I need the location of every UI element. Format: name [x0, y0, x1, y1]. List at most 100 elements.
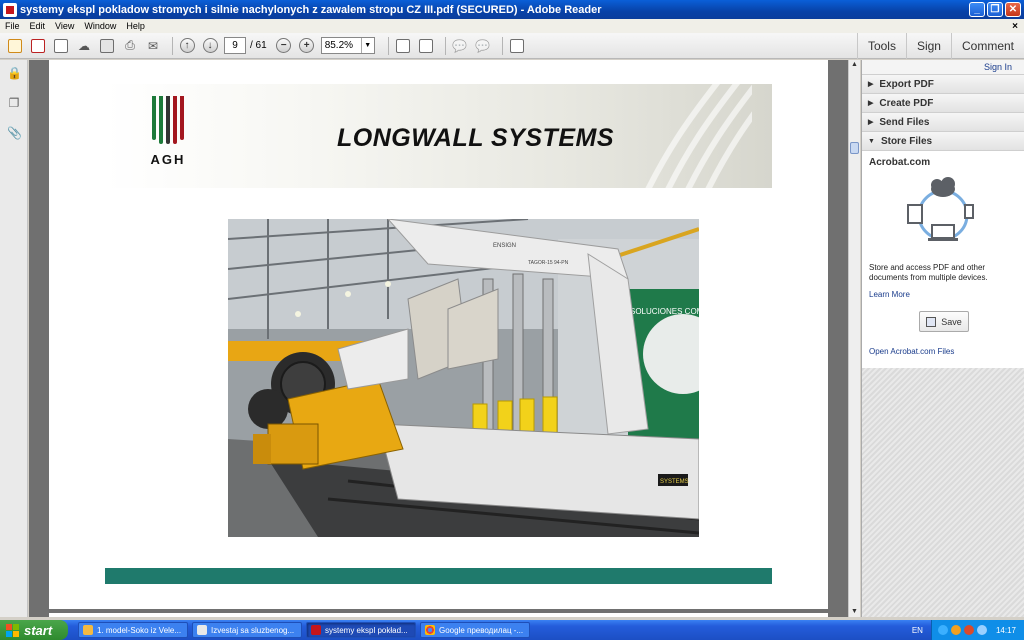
- task-tabs: Tools Sign Comment: [856, 32, 1024, 59]
- accent-bar: [105, 568, 772, 584]
- scroll-down-icon[interactable]: ▼: [849, 607, 860, 617]
- document-icon: [197, 625, 207, 635]
- title-banner: AGH LONGWALL SYSTEMS: [105, 84, 772, 188]
- system-tray: 14:17: [930, 620, 1024, 640]
- menu-help[interactable]: Help: [121, 21, 150, 31]
- menu-view[interactable]: View: [50, 21, 79, 31]
- chrome-icon: [425, 625, 435, 635]
- section-label: Send Files: [879, 116, 930, 128]
- comment-icon[interactable]: 💬: [451, 37, 469, 55]
- agh-logo: AGH: [145, 96, 191, 178]
- open-icon[interactable]: [6, 37, 24, 55]
- triangle-down-icon: ▼: [868, 137, 875, 145]
- document-view[interactable]: AGH LONGWALL SYSTEMS SOLUCIONES CO ENSIG…: [29, 60, 848, 617]
- toolbar-separator: [172, 36, 173, 55]
- taskbar-item-label: Google преводилац -...: [439, 625, 524, 635]
- section-create-pdf[interactable]: ▶ Create PDF: [862, 93, 1024, 112]
- save-icon: [926, 316, 937, 327]
- update-icon[interactable]: [963, 625, 974, 635]
- tab-comment[interactable]: Comment: [950, 32, 1024, 59]
- zoom-in-icon[interactable]: +: [298, 37, 316, 55]
- section-export-pdf[interactable]: ▶ Export PDF: [862, 74, 1024, 93]
- menu-window[interactable]: Window: [79, 21, 121, 31]
- start-button[interactable]: start: [0, 620, 68, 640]
- next-page-edge: [49, 613, 828, 617]
- start-label: start: [24, 622, 53, 638]
- language-indicator[interactable]: EN: [912, 626, 923, 635]
- store-description: Store and access PDF and other documents…: [869, 263, 988, 282]
- title-bar: systemy ekspl pokladow stromych i silnie…: [0, 0, 1024, 19]
- tab-sign[interactable]: Sign: [905, 32, 951, 59]
- maximize-button[interactable]: ❐: [987, 2, 1003, 17]
- taskbar-item-active[interactable]: systemy ekspl pokład...: [306, 622, 416, 638]
- section-label: Create PDF: [879, 97, 934, 109]
- save-label: Save: [941, 316, 962, 327]
- logo-text: AGH: [150, 152, 186, 167]
- email-icon[interactable]: ✉: [144, 37, 162, 55]
- window-title: systemy ekspl pokladow stromych i silnie…: [20, 3, 602, 16]
- store-files-panel: Acrobat.com Store and access PDF and oth…: [862, 150, 1024, 368]
- fit-page-icon[interactable]: [394, 37, 412, 55]
- print-icon[interactable]: ⎙: [121, 37, 139, 55]
- adobe-reader-icon: [3, 2, 17, 17]
- menu-bar: File Edit View Window Help ×: [0, 19, 1024, 33]
- store-title: Acrobat.com: [869, 157, 931, 168]
- sign-in-link[interactable]: Sign In: [862, 60, 1024, 74]
- section-store-files[interactable]: ▼ Store Files: [862, 131, 1024, 150]
- close-button[interactable]: ✕: [1005, 2, 1021, 17]
- menu-file[interactable]: File: [0, 21, 25, 31]
- volume-icon[interactable]: [976, 625, 987, 635]
- cloud-upload-icon[interactable]: ☁: [75, 37, 93, 55]
- taskbar-item[interactable]: Izvestaj sa sluzbenog...: [192, 622, 302, 638]
- toolbar-separator: [501, 36, 503, 55]
- document-close-button[interactable]: ×: [1007, 21, 1024, 32]
- chevron-down-icon[interactable]: ▼: [360, 38, 374, 53]
- taskbar-item[interactable]: 1. model-Soko iz Vele...: [78, 622, 188, 638]
- clock[interactable]: 14:17: [996, 626, 1016, 635]
- windows-logo-icon: [6, 623, 19, 637]
- open-acrobat-files-link[interactable]: Open Acrobat.com Files: [869, 347, 954, 356]
- save-button[interactable]: Save: [919, 311, 969, 332]
- zoom-select[interactable]: 85.2% ▼: [320, 37, 375, 54]
- learn-more-link[interactable]: Learn More: [869, 290, 910, 299]
- tab-tools[interactable]: Tools: [856, 32, 906, 59]
- pdf-page: AGH LONGWALL SYSTEMS SOLUCIONES CO ENSIG…: [49, 60, 828, 609]
- navigation-pane: 🔒 ❐ 📎: [0, 60, 28, 617]
- decorative-stripes: [645, 84, 752, 188]
- create-pdf-icon[interactable]: [29, 37, 47, 55]
- lock-icon[interactable]: 🔒: [7, 66, 22, 80]
- page-number-input[interactable]: 9: [224, 37, 246, 54]
- full-screen-icon[interactable]: [508, 37, 526, 55]
- triangle-right-icon: ▶: [868, 81, 874, 88]
- scroll-up-icon[interactable]: ▲: [849, 60, 860, 70]
- vertical-scrollbar[interactable]: ▲ ▼: [848, 60, 860, 617]
- zoom-value: 85.2%: [324, 40, 354, 51]
- security-icon[interactable]: [950, 625, 961, 635]
- network-icon[interactable]: [937, 625, 948, 635]
- page-total: / 61: [250, 40, 267, 51]
- toolbar-separator: [444, 36, 446, 55]
- tools-pane: Sign In ▶ Export PDF ▶ Create PDF ▶ Send…: [861, 60, 1024, 617]
- save-icon[interactable]: [98, 37, 116, 55]
- attachment-icon[interactable]: 📎: [7, 126, 22, 140]
- page-thumbnails-icon[interactable]: ❐: [7, 96, 21, 110]
- toolbar-separator: [387, 36, 389, 55]
- taskbar-item-label: systemy ekspl pokład...: [325, 625, 408, 635]
- taskbar-item[interactable]: Google преводилац -...: [420, 622, 530, 638]
- edit-icon[interactable]: [52, 37, 70, 55]
- fit-width-icon[interactable]: [417, 37, 435, 55]
- next-page-icon[interactable]: ↓: [201, 37, 219, 55]
- app-icon: [83, 625, 93, 635]
- toolbar: ☁ ⎙ ✉ ↑ ↓ 9 / 61 − + 85.2% ▼ 💬 💬 Tools S…: [0, 32, 1024, 59]
- menu-edit[interactable]: Edit: [25, 21, 51, 31]
- section-send-files[interactable]: ▶ Send Files: [862, 112, 1024, 131]
- minimize-button[interactable]: _: [969, 2, 985, 17]
- taskbar: start 1. model-Soko iz Vele... Izvestaj …: [0, 620, 1024, 640]
- highlight-icon[interactable]: 💬: [474, 37, 492, 55]
- adobe-reader-icon: [311, 625, 321, 635]
- triangle-right-icon: ▶: [868, 100, 874, 107]
- previous-page-icon[interactable]: ↑: [178, 37, 196, 55]
- zoom-out-icon[interactable]: −: [275, 37, 293, 55]
- scrollbar-thumb[interactable]: [850, 142, 859, 154]
- taskbar-item-label: 1. model-Soko iz Vele...: [97, 625, 182, 635]
